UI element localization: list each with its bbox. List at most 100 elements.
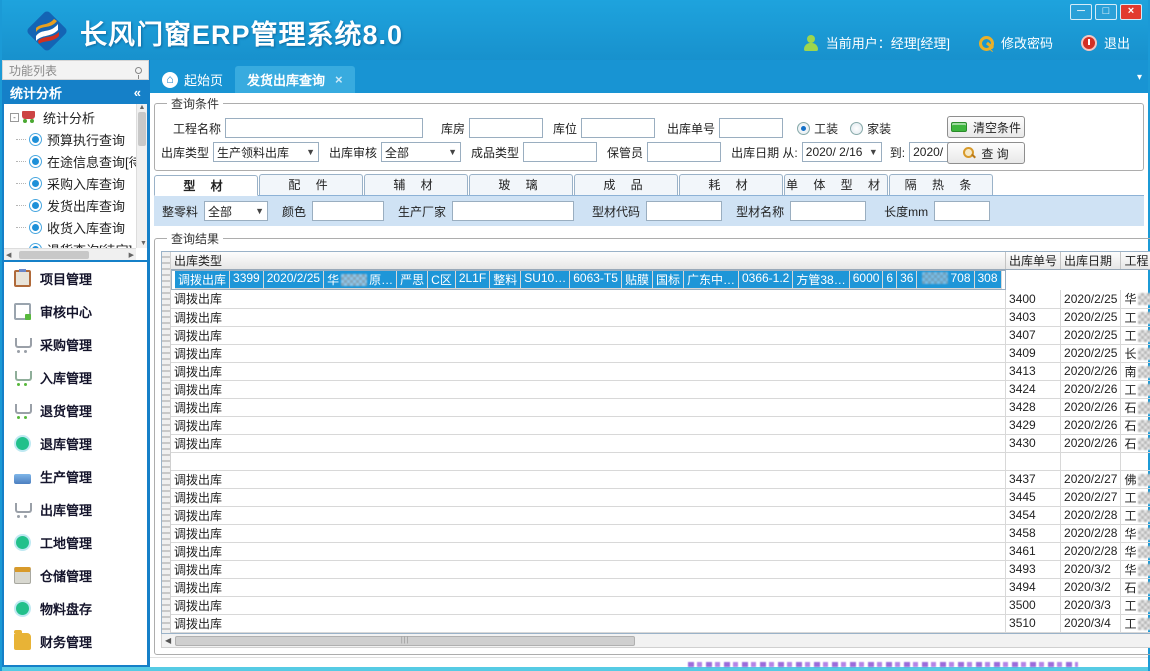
tree-item[interactable]: 发货出库查询 xyxy=(10,194,147,216)
room-input[interactable] xyxy=(469,118,543,138)
tree-horizontal-scrollbar[interactable]: ◀▶ xyxy=(4,248,136,260)
table-cell: 2020/2/26 xyxy=(1061,416,1121,434)
tab-shipment-out-query[interactable]: 发货出库查询 × xyxy=(235,66,355,93)
project-name-input[interactable] xyxy=(225,118,423,138)
category-tab-6[interactable]: 耗 材 xyxy=(679,174,783,195)
table-row[interactable]: 调拨出库34242020/2/26工工程严思G区1L1F整料光身料6063-T5… xyxy=(171,380,1150,398)
profile-name-input[interactable] xyxy=(790,201,866,221)
category-tab-3[interactable]: 辅 材 xyxy=(364,174,468,195)
table-cell: 调拨出库 xyxy=(171,578,1006,596)
audit-select[interactable]: 全部▼ xyxy=(381,142,461,162)
table-row[interactable]: 调拨出库34002020/2/25华原…严思C区4L1F整料SU10…6063-… xyxy=(171,290,1150,308)
table-cell: 调拨出库 xyxy=(171,326,1006,344)
profile-code-input[interactable] xyxy=(646,201,722,221)
table-row[interactable]: 调拨出库34372020/2/27佛…陈琳B区3R6F整料PW056063-T5… xyxy=(171,470,1150,488)
tab-home[interactable]: ⌂ 起始页 xyxy=(150,66,235,93)
table-row[interactable]: 调拨出库34282020/2/26石城陈琳G区2L4F整料KLM38176063… xyxy=(171,398,1150,416)
tab-close-icon[interactable]: × xyxy=(335,72,343,87)
table-cell: 3493 xyxy=(1006,560,1061,578)
table-row[interactable]: 调拨出库34302020/2/26石城陈琳G区3L3F整料KLM38176063… xyxy=(171,434,1150,452)
tree-item[interactable]: 预算执行查询 xyxy=(10,128,147,150)
radio-gongzhuang[interactable]: 工装 xyxy=(797,120,838,137)
length-input[interactable] xyxy=(934,201,990,221)
tree-item[interactable]: 收货入库查询 xyxy=(10,216,147,238)
table-cell: 工共工程 xyxy=(1121,506,1150,524)
category-tab-4[interactable]: 玻 璃 xyxy=(469,174,573,195)
maker-label: 生产厂家 xyxy=(398,203,446,220)
radio-jiazhuang[interactable]: 家装 xyxy=(850,120,891,137)
date-from-select[interactable]: 2020/ 2/16▼ xyxy=(802,142,882,162)
category-tab-5[interactable]: 成 品 xyxy=(574,174,678,195)
table-row[interactable]: 调拨出库34542020/2/28工共工程严思G区1R1F整料光身料6063-T… xyxy=(171,506,1150,524)
pin-icon[interactable] xyxy=(135,67,142,74)
tab-list-dropdown-icon[interactable]: ▾ xyxy=(1137,72,1142,83)
table-row[interactable]: 调拨出库35102020/3/4工共工程陈琳F区5R1F整料光身料6063-T5… xyxy=(171,614,1150,632)
grid-horizontal-scrollbar[interactable]: ◀|||▶ xyxy=(161,634,1150,648)
table-row[interactable]: 调拨出库34092020/2/25长…陈琳B区2R5F整料LI35HD6063-… xyxy=(171,344,1150,362)
table-row[interactable]: 调拨出库35002020/3/3工共工程曹佳D区3L1F整料LT3P606063… xyxy=(171,596,1150,614)
table-cell: 0366-1.2 xyxy=(739,271,793,289)
table-row[interactable]: G区3L3F整料KLM38176063-T5贴膜国标山东华…GA90M09.门下… xyxy=(171,452,1150,470)
table-cell xyxy=(171,452,1006,470)
out-type-select[interactable]: 生产领料出库▼ xyxy=(213,142,319,162)
column-header[interactable]: 工程 xyxy=(1121,252,1150,270)
column-header[interactable]: 出库类型 xyxy=(171,252,1006,270)
tree-expand-icon[interactable]: - xyxy=(10,113,19,122)
table-row[interactable]: 调拨出库34132020/2/26南…严思C区5R3F整料G714226063-… xyxy=(171,362,1150,380)
column-header[interactable]: 出库日期 xyxy=(1061,252,1121,270)
sidebar-item-7[interactable]: 生产管理 xyxy=(4,460,147,493)
change-password-link[interactable]: 修改密码 xyxy=(1001,33,1053,52)
minimize-button[interactable]: ─ xyxy=(1070,4,1092,20)
tree-root-statistics[interactable]: - 统计分析 xyxy=(10,106,147,128)
category-tab-7[interactable]: 单 体 型 材 xyxy=(784,174,888,195)
sidebar-item-5[interactable]: 退货管理 xyxy=(4,394,147,427)
audit-label: 出库审核 xyxy=(329,144,377,161)
slot-input[interactable] xyxy=(581,118,655,138)
sidebar-item-11[interactable]: 物料盘存 xyxy=(4,592,147,625)
sidebar-item-4[interactable]: 入库管理 xyxy=(4,361,147,394)
order-no-input[interactable] xyxy=(719,118,783,138)
table-cell: 3428 xyxy=(1006,398,1061,416)
whole-piece-select[interactable]: 全部▼ xyxy=(204,201,268,221)
table-row[interactable]: 调拨出库33992020/2/25华原…严思C区2L1F整料SU10…6063-… xyxy=(171,270,1006,290)
logout-link[interactable]: 退出 xyxy=(1104,33,1130,52)
tree-vertical-scrollbar[interactable]: ▲▼ xyxy=(136,104,147,248)
color-input[interactable] xyxy=(312,201,384,221)
keeper-input[interactable] xyxy=(647,142,721,162)
table-cell: 2020/2/26 xyxy=(1061,380,1121,398)
sidebar-item-3[interactable]: 采购管理 xyxy=(4,328,147,361)
close-button[interactable]: × xyxy=(1120,4,1142,20)
table-row[interactable]: 调拨出库34032020/2/25工共工程严思G区1R1F整料光身料6063-T… xyxy=(171,308,1150,326)
table-cell: 方管38… xyxy=(793,271,849,289)
category-tab-8[interactable]: 隔 热 条 xyxy=(889,174,993,195)
sidebar-item-2[interactable]: 审核中心 xyxy=(4,295,147,328)
table-row[interactable]: 调拨出库35122020/3/4工共工程陈琳F区1L2F整料光身料6063-T5… xyxy=(171,632,1150,633)
clear-conditions-button[interactable]: 清空条件 xyxy=(947,116,1025,138)
sidebar-item-13[interactable]: 结转管理 xyxy=(4,658,147,667)
table-row[interactable]: 调拨出库34072020/2/25工共工程严思G区1L1F整料光身料6063-T… xyxy=(171,326,1150,344)
product-type-input[interactable] xyxy=(523,142,597,162)
category-tab-1[interactable]: 型 材 xyxy=(154,175,258,196)
search-button[interactable]: 查 询 xyxy=(947,142,1025,164)
sidebar-item-6[interactable]: 退库管理 xyxy=(4,427,147,460)
tree-item[interactable]: 退库管理[待定] xyxy=(10,260,147,262)
table-row[interactable]: 调拨出库34612020/2/28华原…陈琳B区1R2F整料F8877FT606… xyxy=(171,542,1150,560)
table-row[interactable]: 调拨出库34932020/3/2华原…陈琳C区1L1F整料黑色塑料不贴膜国标湖南… xyxy=(171,560,1150,578)
maximize-button[interactable]: □ xyxy=(1095,4,1117,20)
maker-input[interactable] xyxy=(452,201,574,221)
collapse-icon[interactable]: « xyxy=(134,85,141,100)
table-row[interactable]: 调拨出库34582020/2/28华原…陈琳C区4L1F整料光身料6063-T5… xyxy=(171,524,1150,542)
sidebar-item-1[interactable]: 项目管理 xyxy=(4,262,147,295)
sidebar-item-8[interactable]: 出库管理 xyxy=(4,493,147,526)
tree-item[interactable]: 在途信息查询[待 xyxy=(10,150,147,172)
category-tab-2[interactable]: 配 件 xyxy=(259,174,363,195)
sidebar-item-10[interactable]: 仓储管理 xyxy=(4,559,147,592)
sidebar-item-12[interactable]: 财务管理 xyxy=(4,625,147,658)
tree-item[interactable]: 采购入库查询 xyxy=(10,172,147,194)
column-header[interactable]: 出库单号 xyxy=(1006,252,1061,270)
table-row[interactable]: 调拨出库34942020/3/2石辉城汤伟M区5R1F整料光身料6063-T5贴… xyxy=(171,578,1150,596)
sidebar-group-header[interactable]: 统计分析 « xyxy=(2,80,149,104)
sidebar-item-9[interactable]: 工地管理 xyxy=(4,526,147,559)
table-row[interactable]: 调拨出库34452020/2/27工共工程严思F区5R1F整料光身料6063-T… xyxy=(171,488,1150,506)
table-row[interactable]: 调拨出库34292020/2/26石城陈琳G区5R2F整料KLM38176063… xyxy=(171,416,1150,434)
